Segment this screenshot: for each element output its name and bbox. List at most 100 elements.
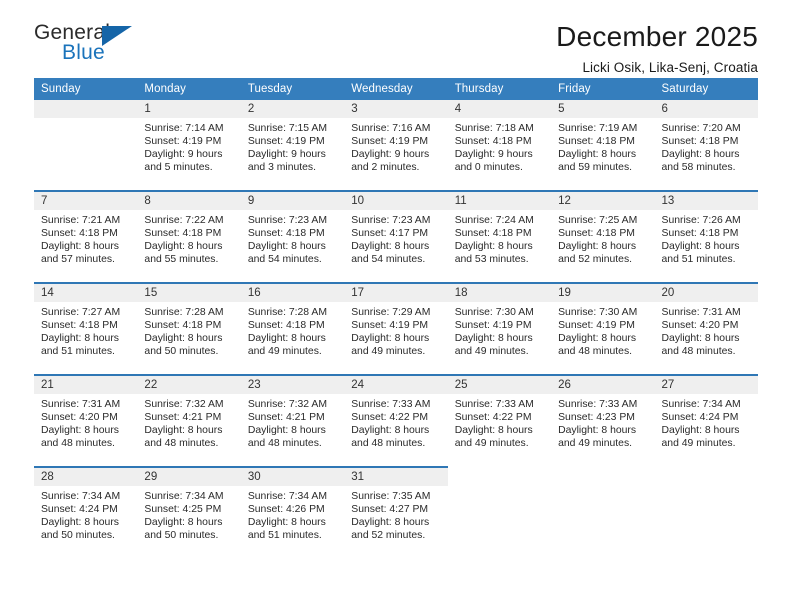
day-detail-line: Sunset: 4:23 PM — [558, 412, 635, 424]
day-details: Sunrise: 7:14 AM Sunset: 4:19 PM Daylight:… — [137, 118, 240, 174]
day-number: 9 — [240, 192, 345, 210]
day-detail-line: Sunset: 4:19 PM — [454, 320, 532, 332]
day-detail-line: Daylight: 8 hours — [661, 149, 740, 161]
day-detail-line: and 52 minutes. — [351, 530, 426, 542]
calendar-day-cell[interactable]: 19 Sunrise: 7:30 AM Sunset: 4:19 PM Dayligh… — [551, 282, 655, 375]
day-details — [448, 485, 551, 489]
calendar-day-cell[interactable]: 18 Sunrise: 7:30 AM Sunset: 4:19 PM Dayligh… — [447, 282, 552, 375]
day-number: 21 — [34, 376, 138, 394]
day-detail-line: Sunrise: 7:34 AM — [661, 399, 741, 410]
calendar-day-cell[interactable]: 2 Sunrise: 7:15 AM Sunset: 4:19 PM Daylight… — [240, 100, 345, 191]
calendar-day-cell[interactable]: 24 Sunrise: 7:33 AM Sunset: 4:22 PM Dayligh… — [344, 374, 448, 467]
day-detail-line: Sunrise: 7:34 AM — [144, 491, 224, 502]
brand-logo[interactable]: General Blue — [34, 22, 144, 70]
day-detail-line: Sunrise: 7:25 AM — [558, 215, 638, 226]
calendar-day-cell[interactable]: 26 Sunrise: 7:33 AM Sunset: 4:23 PM Dayligh… — [551, 374, 655, 467]
day-details: Sunrise: 7:34 AM Sunset: 4:24 PM Daylight:… — [34, 486, 137, 542]
blue-triangle-icon — [102, 26, 132, 46]
calendar-body: 1 Sunrise: 7:14 AM Sunset: 4:19 PM Daylight… — [34, 100, 758, 558]
day-number: 1 — [137, 100, 241, 118]
calendar-day-cell[interactable]: 11 Sunrise: 7:24 AM Sunset: 4:18 PM Dayligh… — [447, 190, 552, 283]
day-detail-line: Sunset: 4:18 PM — [454, 228, 532, 240]
day-number: 19 — [551, 284, 655, 302]
day-detail-line: Sunset: 4:18 PM — [661, 136, 739, 148]
calendar-day-cell[interactable]: 31 Sunrise: 7:35 AM Sunset: 4:27 PM Dayligh… — [344, 466, 448, 558]
calendar-day-cell[interactable]: 7 Sunrise: 7:21 AM Sunset: 4:18 PM Daylight… — [34, 190, 138, 283]
day-detail-line: Sunrise: 7:28 AM — [144, 307, 224, 318]
day-detail-line: Sunset: 4:18 PM — [454, 136, 532, 148]
day-number-empty — [551, 467, 655, 485]
day-details: Sunrise: 7:22 AM Sunset: 4:18 PM Daylight:… — [137, 210, 240, 266]
day-detail-line: Sunset: 4:21 PM — [144, 412, 222, 424]
calendar-day-cell[interactable]: 6 Sunrise: 7:20 AM Sunset: 4:18 PM Daylight… — [654, 100, 758, 191]
day-details: Sunrise: 7:20 AM Sunset: 4:18 PM Daylight:… — [655, 118, 758, 174]
day-detail-line: and 58 minutes. — [661, 162, 736, 174]
day-number: 3 — [344, 100, 448, 118]
page-header: General Blue December 2025 Licki Osik, L… — [34, 0, 758, 76]
day-detail-line: Sunset: 4:19 PM — [144, 136, 222, 148]
calendar-day-cell[interactable]: 14 Sunrise: 7:27 AM Sunset: 4:18 PM Dayligh… — [34, 282, 138, 375]
calendar-day-cell[interactable]: 22 Sunrise: 7:32 AM Sunset: 4:21 PM Dayligh… — [137, 374, 241, 467]
day-details: Sunrise: 7:18 AM Sunset: 4:18 PM Daylight:… — [448, 118, 551, 174]
calendar-day-cell[interactable]: 9 Sunrise: 7:23 AM Sunset: 4:18 PM Daylight… — [240, 190, 345, 283]
calendar-day-cell[interactable]: 16 Sunrise: 7:28 AM Sunset: 4:18 PM Dayligh… — [240, 282, 345, 375]
calendar-day-cell[interactable]: 23 Sunrise: 7:32 AM Sunset: 4:21 PM Dayligh… — [240, 374, 345, 467]
day-number: 20 — [654, 284, 758, 302]
day-detail-line: Sunrise: 7:24 AM — [454, 215, 534, 226]
day-number: 27 — [654, 376, 758, 394]
calendar-week-row: 1 Sunrise: 7:14 AM Sunset: 4:19 PM Daylight… — [34, 100, 758, 191]
calendar-day-cell[interactable]: 1 Sunrise: 7:14 AM Sunset: 4:19 PM Daylight… — [137, 100, 241, 191]
day-details: Sunrise: 7:16 AM Sunset: 4:19 PM Daylight:… — [344, 118, 447, 174]
day-detail-line: Sunset: 4:18 PM — [558, 228, 635, 240]
day-detail-line: and 54 minutes. — [351, 254, 426, 266]
calendar-day-cell[interactable]: 29 Sunrise: 7:34 AM Sunset: 4:25 PM Dayligh… — [137, 466, 241, 558]
day-detail-line: Daylight: 8 hours — [558, 425, 637, 437]
day-detail-line: and 49 minutes. — [454, 346, 529, 358]
day-detail-line: Daylight: 8 hours — [351, 517, 430, 529]
calendar-day-cell[interactable]: 21 Sunrise: 7:31 AM Sunset: 4:20 PM Dayligh… — [34, 374, 138, 467]
day-detail-line: Daylight: 9 hours — [454, 149, 533, 161]
day-detail-line: Daylight: 9 hours — [351, 149, 430, 161]
day-detail-line: and 51 minutes. — [41, 346, 115, 358]
calendar-day-cell[interactable]: 20 Sunrise: 7:31 AM Sunset: 4:20 PM Dayligh… — [654, 282, 758, 375]
day-detail-line: and 51 minutes. — [661, 254, 736, 266]
day-detail-line: Sunrise: 7:27 AM — [41, 307, 121, 318]
calendar-day-cell[interactable]: 3 Sunrise: 7:16 AM Sunset: 4:19 PM Daylight… — [344, 100, 448, 191]
calendar-day-cell[interactable]: 27 Sunrise: 7:34 AM Sunset: 4:24 PM Dayligh… — [654, 374, 758, 467]
day-number-empty — [654, 467, 758, 485]
day-detail-line: Sunrise: 7:30 AM — [558, 307, 638, 318]
day-detail-line: Sunrise: 7:34 AM — [41, 491, 121, 502]
day-detail-line: Sunset: 4:24 PM — [41, 504, 118, 516]
calendar-day-cell[interactable]: 17 Sunrise: 7:29 AM Sunset: 4:19 PM Dayligh… — [344, 282, 448, 375]
day-details: Sunrise: 7:30 AM Sunset: 4:19 PM Daylight:… — [551, 302, 654, 358]
calendar-day-cell[interactable]: 8 Sunrise: 7:22 AM Sunset: 4:18 PM Daylight… — [137, 190, 241, 283]
day-details: Sunrise: 7:23 AM Sunset: 4:17 PM Daylight:… — [344, 210, 447, 266]
day-detail-line: and 52 minutes. — [558, 254, 633, 266]
day-detail-line: Daylight: 8 hours — [41, 425, 119, 437]
day-detail-line: and 49 minutes. — [454, 438, 529, 450]
calendar-day-cell[interactable]: 12 Sunrise: 7:25 AM Sunset: 4:18 PM Dayligh… — [551, 190, 655, 283]
calendar-day-cell[interactable]: 15 Sunrise: 7:28 AM Sunset: 4:18 PM Dayligh… — [137, 282, 241, 375]
day-number: 30 — [240, 468, 345, 486]
calendar-day-cell[interactable]: 25 Sunrise: 7:33 AM Sunset: 4:22 PM Dayligh… — [447, 374, 552, 467]
day-detail-line: Daylight: 8 hours — [351, 333, 430, 345]
day-details — [655, 485, 758, 489]
weekday-header-friday: Friday — [551, 78, 655, 100]
day-number: 16 — [240, 284, 345, 302]
day-detail-line: Sunrise: 7:33 AM — [454, 399, 534, 410]
calendar-day-cell[interactable]: 13 Sunrise: 7:26 AM Sunset: 4:18 PM Dayligh… — [654, 190, 758, 283]
calendar-day-cell[interactable]: 5 Sunrise: 7:19 AM Sunset: 4:18 PM Daylight… — [551, 100, 655, 191]
day-detail-line: Sunset: 4:24 PM — [661, 412, 739, 424]
day-number: 25 — [447, 376, 552, 394]
calendar-day-cell[interactable]: 28 Sunrise: 7:34 AM Sunset: 4:24 PM Dayligh… — [34, 466, 138, 558]
day-detail-line: Daylight: 8 hours — [661, 241, 740, 253]
calendar-day-cell[interactable]: 30 Sunrise: 7:34 AM Sunset: 4:26 PM Dayligh… — [240, 466, 345, 558]
day-detail-line: and 48 minutes. — [351, 438, 426, 450]
day-detail-line: Daylight: 8 hours — [351, 241, 430, 253]
day-detail-line: Daylight: 8 hours — [454, 333, 533, 345]
day-detail-line: Sunset: 4:21 PM — [247, 412, 325, 424]
calendar-day-cell[interactable]: 10 Sunrise: 7:23 AM Sunset: 4:17 PM Dayligh… — [344, 190, 448, 283]
day-detail-line: Daylight: 8 hours — [661, 425, 740, 437]
calendar-day-cell[interactable]: 4 Sunrise: 7:18 AM Sunset: 4:18 PM Daylight… — [447, 100, 552, 191]
day-detail-line: Sunset: 4:18 PM — [661, 228, 739, 240]
